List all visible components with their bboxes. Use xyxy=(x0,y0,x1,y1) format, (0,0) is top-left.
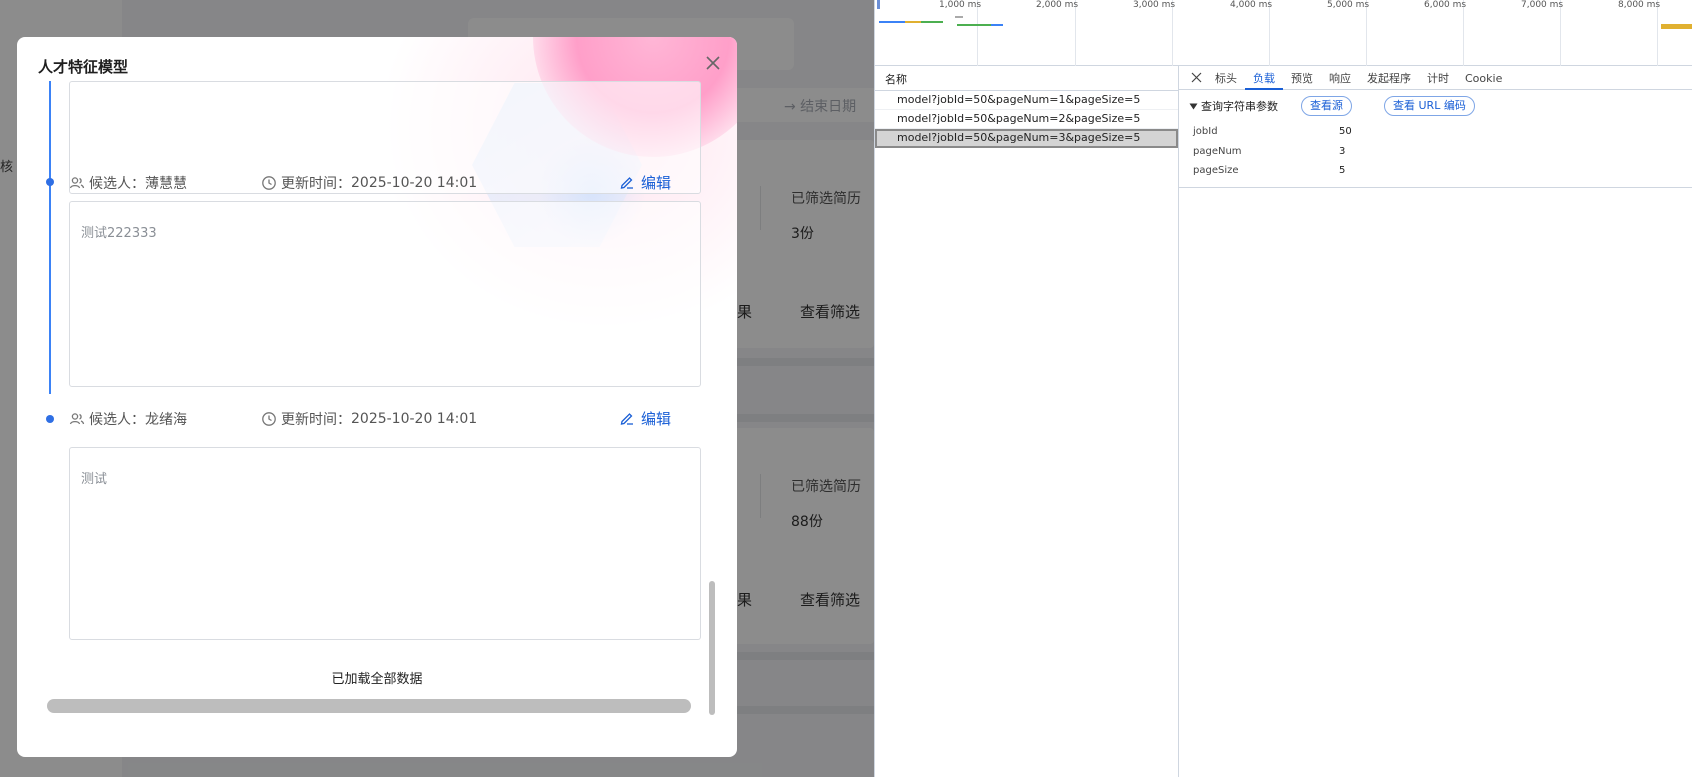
tick-label: 5,000 ms xyxy=(1327,0,1370,10)
payload-panel: 查询字符串参数 查看源 查看 URL 编码 jobId 50 pageNum 3… xyxy=(1179,90,1692,188)
edit-label: 编辑 xyxy=(641,409,672,428)
edit-pen-icon xyxy=(619,410,635,426)
time-prefix: 更新时间： xyxy=(281,176,351,192)
request-row[interactable]: model?jobId=50&pageNum=1&pageSize=5 xyxy=(875,91,1178,110)
timeline-line xyxy=(49,81,51,394)
user-group-icon xyxy=(69,411,85,427)
edit-button[interactable]: 编辑 xyxy=(619,407,671,429)
candidate-prefix: 候选人： xyxy=(89,412,145,428)
devtools-network-panel: 1,000 ms 2,000 ms 3,000 ms 4,000 ms 5,00… xyxy=(874,0,1692,777)
param-value: 5 xyxy=(1339,165,1346,176)
tab-preview[interactable]: 预览 xyxy=(1283,66,1321,90)
update-time: 更新时间： 2025-10-20 14:01 xyxy=(261,172,477,194)
request-row-selected[interactable]: model?jobId=50&pageNum=3&pageSize=5 xyxy=(875,129,1178,148)
detail-tabs: 标头 负载 预览 响应 发起程序 计时 Cookie xyxy=(1179,66,1692,90)
tick-label: 3,000 ms xyxy=(1133,0,1176,10)
clock-icon xyxy=(261,411,277,427)
edit-button[interactable]: 编辑 xyxy=(619,171,671,193)
timeline-bar xyxy=(877,0,880,9)
vertical-scrollbar[interactable] xyxy=(709,581,715,715)
name-column-header[interactable]: 名称 xyxy=(875,66,1178,91)
time-prefix: 更新时间： xyxy=(281,412,351,428)
timeline-dot xyxy=(46,415,54,423)
tick-label: 8,000 ms xyxy=(1618,0,1661,10)
view-url-encoded-button[interactable]: 查看 URL 编码 xyxy=(1384,96,1475,116)
request-row[interactable]: model?jobId=50&pageNum=2&pageSize=5 xyxy=(875,110,1178,129)
request-list: model?jobId=50&pageNum=1&pageSize=5 mode… xyxy=(875,91,1178,148)
tick-label: 1,000 ms xyxy=(939,0,982,10)
timeline-bar xyxy=(991,24,1003,26)
timeline-bar xyxy=(957,24,991,26)
candidate-name: 薄慧慧 xyxy=(145,176,187,192)
timeline-bar xyxy=(1661,24,1692,29)
dialog-title: 人才特征模型 xyxy=(38,58,129,76)
tab-response[interactable]: 响应 xyxy=(1321,66,1359,90)
candidate-name: 龙绪海 xyxy=(145,412,187,428)
talent-model-dialog: 人才特征模型 候选人： 薄慧慧 更新时间： 2025-10-20 14:01 编… xyxy=(17,37,737,757)
close-detail-button[interactable] xyxy=(1185,66,1207,90)
close-icon xyxy=(706,56,720,70)
close-icon xyxy=(1191,72,1201,83)
horizontal-scrollbar[interactable] xyxy=(47,699,691,713)
user-group-icon xyxy=(69,175,85,191)
candidate-prefix: 候选人： xyxy=(89,176,145,192)
time-value: 2025-10-20 14:01 xyxy=(351,175,478,191)
query-params-section-toggle[interactable]: 查询字符串参数 xyxy=(1189,98,1278,114)
note-text: 测试 xyxy=(81,472,108,487)
update-time: 更新时间： 2025-10-20 14:01 xyxy=(261,408,477,430)
param-key: pageSize xyxy=(1193,165,1239,176)
timeline-bar xyxy=(905,21,921,23)
tab-payload[interactable]: 负载 xyxy=(1245,66,1283,90)
clock-icon xyxy=(261,175,277,191)
timeline-dot xyxy=(46,178,54,186)
close-button[interactable] xyxy=(701,51,725,75)
param-value: 50 xyxy=(1339,126,1352,137)
tick-label: 2,000 ms xyxy=(1036,0,1079,10)
param-key: jobId xyxy=(1193,126,1218,137)
candidate-info: 候选人： 薄慧慧 xyxy=(69,172,187,194)
section-title: 查询字符串参数 xyxy=(1201,100,1278,113)
timeline-bar xyxy=(921,21,943,23)
time-value: 2025-10-20 14:01 xyxy=(351,411,478,427)
edit-pen-icon xyxy=(619,174,635,190)
tick-label: 4,000 ms xyxy=(1230,0,1273,10)
network-timeline: 1,000 ms 2,000 ms 3,000 ms 4,000 ms 5,00… xyxy=(875,0,1692,66)
tab-cookies[interactable]: Cookie xyxy=(1457,66,1510,90)
tick-label: 6,000 ms xyxy=(1424,0,1467,10)
note-text: 测试222333 xyxy=(81,226,157,241)
tab-initiator[interactable]: 发起程序 xyxy=(1359,66,1419,90)
view-source-button[interactable]: 查看源 xyxy=(1301,96,1352,116)
timeline-bar xyxy=(955,16,963,18)
timeline-bar xyxy=(879,21,905,23)
note-textarea[interactable]: 测试222333 xyxy=(69,201,701,387)
tab-headers[interactable]: 标头 xyxy=(1207,66,1245,90)
triangle-down-icon xyxy=(1189,103,1198,109)
param-key: pageNum xyxy=(1193,146,1242,157)
note-textarea[interactable]: 测试 xyxy=(69,447,701,640)
tick-label: 7,000 ms xyxy=(1521,0,1564,10)
all-loaded-text: 已加载全部数据 xyxy=(331,672,423,687)
tab-timing[interactable]: 计时 xyxy=(1419,66,1457,90)
candidate-info: 候选人： 龙绪海 xyxy=(69,408,187,430)
edit-label: 编辑 xyxy=(641,173,672,192)
param-value: 3 xyxy=(1339,146,1346,157)
